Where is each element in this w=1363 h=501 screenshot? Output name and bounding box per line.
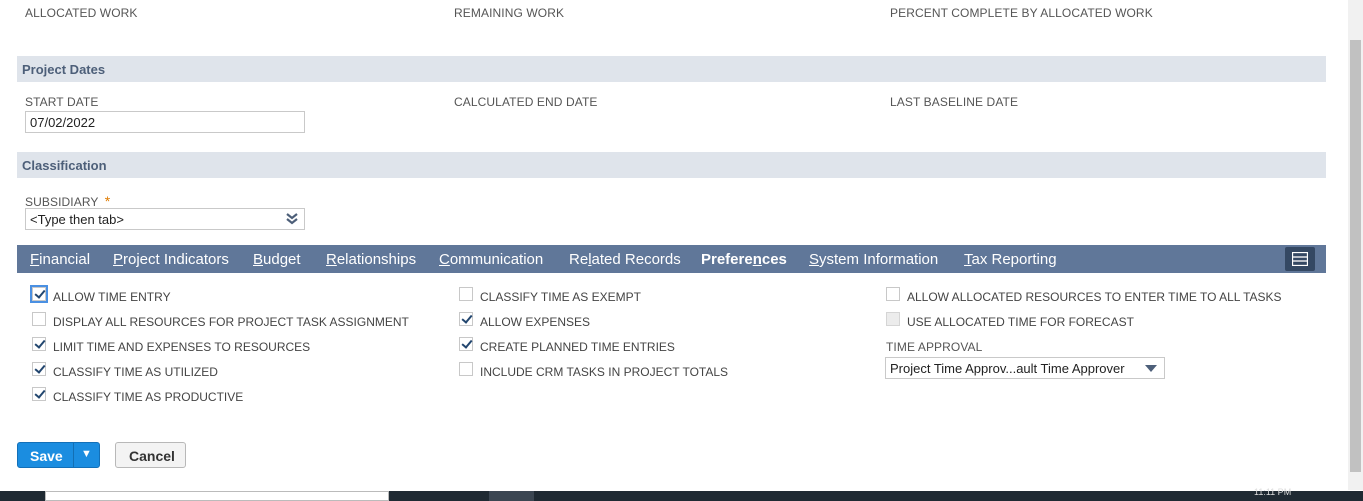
allow-time-entry-label: ALLOW TIME ENTRY — [53, 290, 171, 304]
project-dates-section-header: Project Dates — [17, 56, 1326, 82]
tab-project-indicators[interactable]: Project Indicators — [113, 251, 229, 268]
tab-budget[interactable]: Budget — [253, 251, 301, 268]
cancel-button-label: Cancel — [129, 448, 175, 464]
start-date-value: 07/02/2022 — [30, 115, 96, 130]
tab-related-records[interactable]: Related Records — [569, 251, 681, 268]
allow-expenses-checkbox[interactable] — [459, 312, 473, 326]
use-allocated-time-label: USE ALLOCATED TIME FOR FORECAST — [907, 315, 1134, 329]
start-date-input[interactable]: 07/02/2022 — [25, 111, 305, 133]
include-crm-tasks-label: INCLUDE CRM TASKS IN PROJECT TOTALS — [480, 365, 729, 379]
subsidiary-select[interactable]: <Type then tab> — [25, 208, 305, 230]
time-approval-label: TIME APPROVAL — [886, 340, 983, 354]
time-approval-select[interactable]: Project Time Approv...ault Time Approver — [885, 357, 1165, 379]
start-date-label: START DATE — [25, 95, 99, 109]
classify-productive-checkbox[interactable] — [32, 387, 46, 401]
create-planned-time-checkbox[interactable] — [459, 337, 473, 351]
allow-time-entry-checkbox[interactable] — [30, 285, 48, 303]
classification-title: Classification — [22, 158, 107, 173]
cancel-button[interactable]: Cancel — [115, 442, 186, 468]
vertical-scrollbar[interactable] — [1348, 0, 1363, 490]
classify-productive-label: CLASSIFY TIME AS PRODUCTIVE — [53, 390, 244, 404]
tab-system-information[interactable]: System Information — [809, 251, 938, 268]
required-mark: * — [104, 193, 111, 209]
view-toggle-button[interactable] — [1285, 247, 1315, 271]
display-all-resources-checkbox[interactable] — [32, 312, 46, 326]
save-button[interactable]: Save ▼ — [17, 442, 100, 468]
allocated-work-label: ALLOCATED WORK — [25, 6, 138, 20]
double-chevron-down-icon[interactable] — [286, 213, 298, 225]
save-menu-arrow-icon[interactable]: ▼ — [81, 448, 92, 460]
classify-exempt-checkbox[interactable] — [459, 287, 473, 301]
dropdown-arrow-icon — [1145, 365, 1157, 372]
save-button-label: Save — [30, 448, 63, 464]
tab-financial[interactable]: Financial — [30, 251, 90, 268]
subsidiary-label: SUBSIDIARY * — [25, 193, 110, 209]
classify-utilized-label: CLASSIFY TIME AS UTILIZED — [53, 365, 218, 379]
taskbar-clock: 11:11 PM — [1254, 487, 1292, 497]
limit-time-expenses-label: LIMIT TIME AND EXPENSES TO RESOURCES — [53, 340, 311, 354]
os-taskbar: 11:11 PM — [0, 487, 1363, 501]
percent-complete-label: PERCENT COMPLETE BY ALLOCATED WORK — [890, 6, 1153, 20]
tab-communication[interactable]: Communication — [439, 251, 543, 268]
subsidiary-label-text: SUBSIDIARY — [25, 195, 99, 209]
display-all-resources-label: DISPLAY ALL RESOURCES FOR PROJECT TASK A… — [53, 315, 409, 329]
use-allocated-time-checkbox — [886, 312, 900, 326]
allow-allocated-resources-checkbox[interactable] — [886, 287, 900, 301]
tab-tax-reporting[interactable]: Tax Reporting — [964, 251, 1057, 268]
classify-exempt-label: CLASSIFY TIME AS EXEMPT — [480, 290, 641, 304]
subtab-bar: Financial Project Indicators Budget Rela… — [17, 245, 1326, 273]
last-baseline-date-label: LAST BASELINE DATE — [890, 95, 1019, 109]
taskbar-search-box[interactable] — [45, 491, 389, 501]
list-view-icon — [1292, 252, 1308, 266]
tab-relationships[interactable]: Relationships — [326, 251, 416, 268]
time-approval-value: Project Time Approv...ault Time Approver — [890, 361, 1125, 376]
classification-section-header: Classification — [17, 152, 1326, 178]
remaining-work-label: REMAINING WORK — [454, 6, 565, 20]
calculated-end-date-label: CALCULATED END DATE — [454, 95, 598, 109]
allow-allocated-resources-label: ALLOW ALLOCATED RESOURCES TO ENTER TIME … — [907, 290, 1282, 304]
allow-expenses-label: ALLOW EXPENSES — [480, 315, 591, 329]
scrollbar-thumb[interactable] — [1350, 40, 1361, 472]
tab-preferences[interactable]: Preferences — [701, 251, 787, 268]
create-planned-time-label: CREATE PLANNED TIME ENTRIES — [480, 340, 675, 354]
classify-utilized-checkbox[interactable] — [32, 362, 46, 376]
subsidiary-value: <Type then tab> — [30, 212, 124, 227]
include-crm-tasks-checkbox[interactable] — [459, 362, 473, 376]
project-dates-title: Project Dates — [22, 62, 106, 77]
limit-time-expenses-checkbox[interactable] — [32, 337, 46, 351]
taskbar-app-button[interactable] — [489, 491, 534, 501]
save-button-divider — [73, 443, 74, 467]
